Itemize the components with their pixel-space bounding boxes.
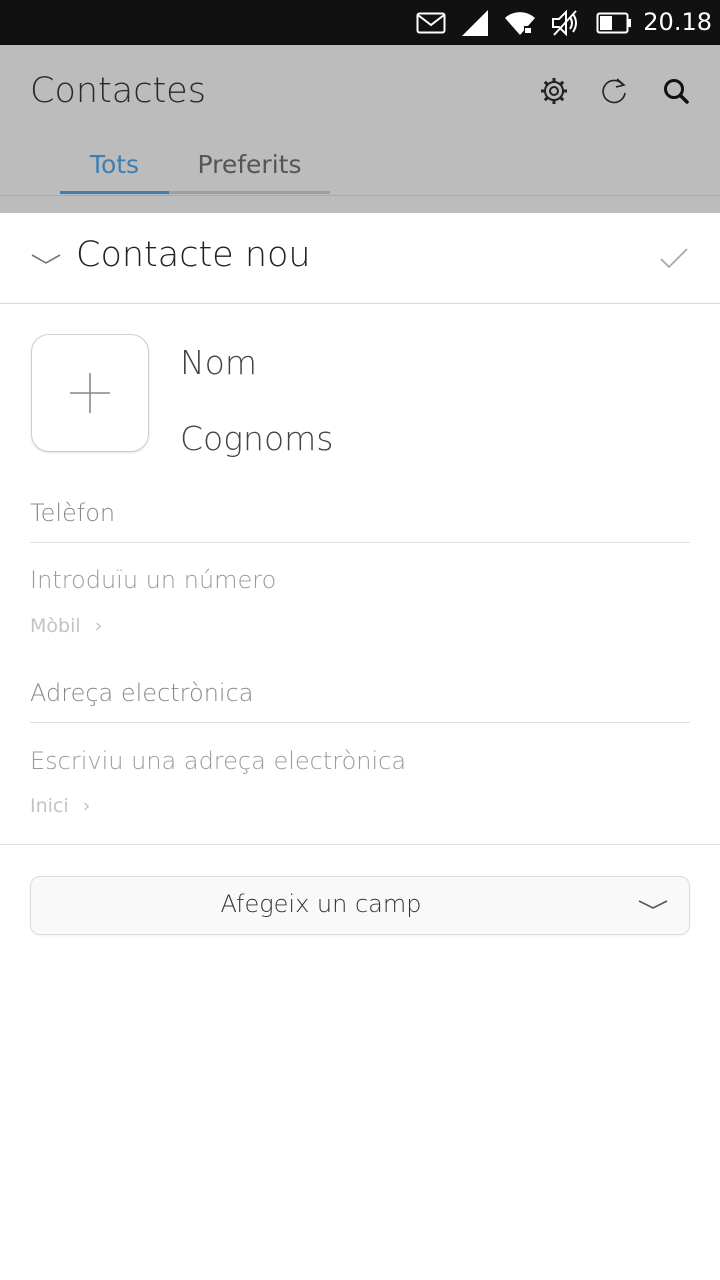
divider [30,722,690,723]
active-tab-indicator [60,191,169,194]
phone-section-label: Telèfon [30,499,116,527]
email-type-selector[interactable]: Inici › [30,795,90,817]
email-section-label: Adreça electrònica [30,679,254,707]
refresh-icon [599,76,629,110]
app-header: Contactes Tots Preferits [0,45,720,213]
status-time: 20.18 [643,8,712,36]
muted-speaker-icon [550,0,580,45]
search-icon [662,77,690,109]
last-name-input[interactable]: Cognoms [180,419,333,458]
wifi-icon [504,0,536,45]
add-field-label: Afegeix un camp [220,890,422,918]
chevron-right-icon: › [82,795,91,817]
section-divider [0,844,720,845]
chevron-right-icon: › [94,615,103,637]
battery-icon [596,0,632,45]
confirm-button[interactable] [656,241,692,277]
checkmark-icon [660,248,688,269]
phone-input[interactable]: Introduïu un número [30,566,276,594]
first-name-input[interactable]: Nom [180,343,257,382]
mail-icon [416,0,446,45]
plus-icon [70,373,110,413]
phone-type-selector[interactable]: Mòbil › [30,615,102,637]
add-photo-button[interactable] [31,334,149,452]
page-title: Contactes [30,71,206,111]
settings-button[interactable] [534,73,574,113]
chevron-down-icon [638,900,668,909]
header-divider [0,195,720,196]
tab-bar: Tots Preferits [0,145,720,197]
new-contact-sheet: Contacte nou Nom Cognoms Telèfon Introdu… [0,213,720,1280]
divider [30,542,690,543]
add-field-button[interactable]: Afegeix un camp [30,876,690,935]
sheet-title: Contacte nou [76,235,311,275]
email-type-label: Inici [30,795,69,817]
tab-preferits[interactable]: Preferits [169,145,330,195]
email-input[interactable]: Escriviu una adreça electrònica [30,747,406,775]
tab-indicator [169,191,330,194]
refresh-button[interactable] [594,73,634,113]
chevron-down-icon [31,254,61,264]
phone-type-label: Mòbil [30,615,81,637]
signal-icon [461,0,489,45]
settings-icon [539,76,569,110]
sheet-header: Contacte nou [0,213,720,304]
status-bar: 20.18 [0,0,720,45]
collapse-button[interactable] [30,243,62,275]
tab-tots[interactable]: Tots [60,145,169,195]
search-button[interactable] [656,73,696,113]
